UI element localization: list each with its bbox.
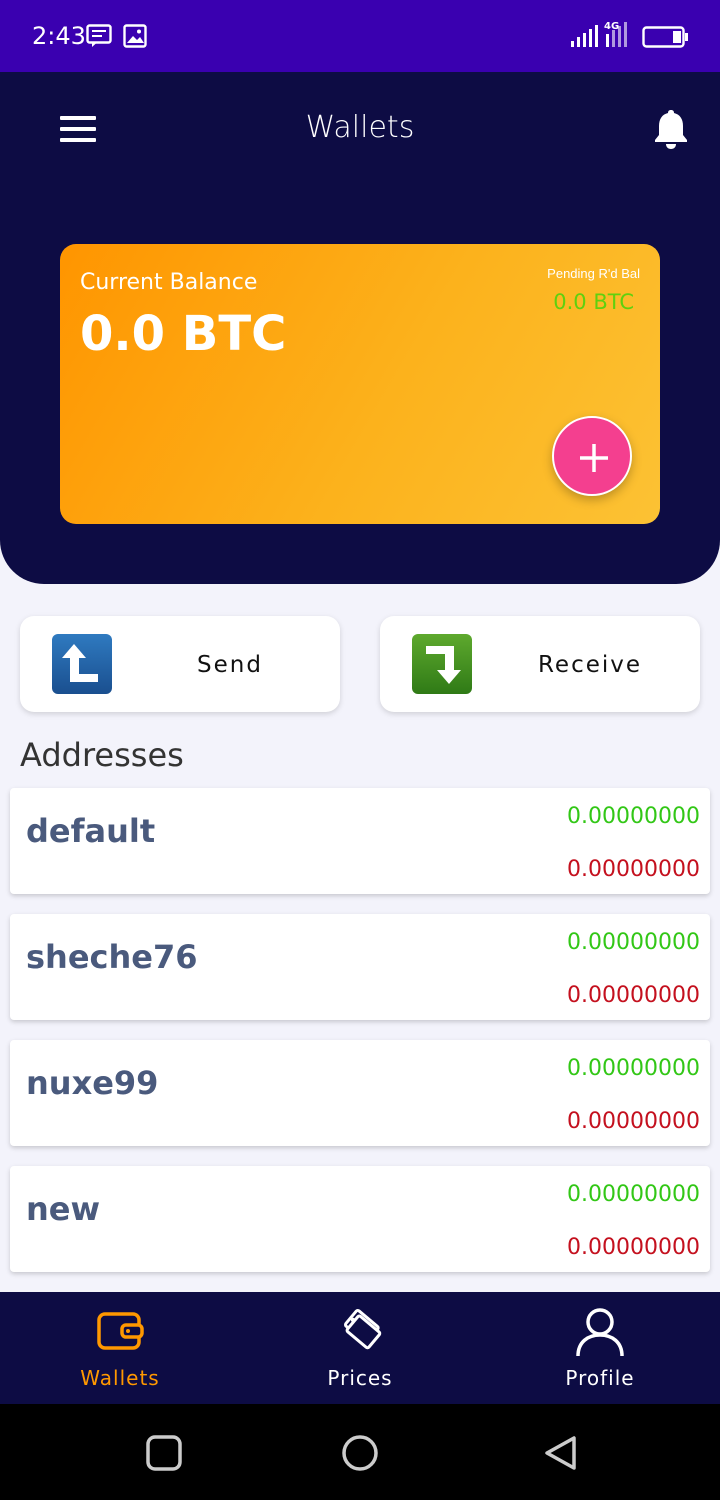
address-pending-balance: 0.00000000 — [567, 1235, 700, 1260]
nav-item-wallets[interactable]: Wallets — [0, 1292, 240, 1404]
pending-balance-label: Pending R'd Bal — [547, 266, 640, 281]
address-confirmed-balance: 0.00000000 — [567, 804, 700, 829]
address-item[interactable]: nuxe99 0.00000000 0.00000000 — [10, 1040, 710, 1146]
balance-value: 0.0 BTC — [80, 306, 287, 362]
signal-icon — [570, 24, 598, 53]
page-title: Wallets — [305, 110, 415, 145]
pending-balance-value: 0.0 BTC — [553, 290, 634, 314]
bottom-nav: Wallets Prices Profile — [0, 1292, 720, 1404]
address-item[interactable]: default 0.00000000 0.00000000 — [10, 788, 710, 894]
address-pending-balance: 0.00000000 — [567, 857, 700, 882]
user-icon — [576, 1308, 624, 1357]
tag-icon — [343, 1308, 382, 1350]
receive-button[interactable]: Receive — [380, 616, 700, 712]
send-button[interactable]: Send — [20, 616, 340, 712]
send-label: Send — [197, 652, 263, 678]
nav-item-profile[interactable]: Profile — [480, 1292, 720, 1404]
nav-label-profile: Profile — [565, 1366, 635, 1390]
plus-icon — [580, 444, 608, 472]
nav-item-prices[interactable]: Prices — [240, 1292, 480, 1404]
address-pending-balance: 0.00000000 — [567, 983, 700, 1008]
home-icon[interactable] — [341, 1434, 379, 1477]
svg-text:4G: 4G — [604, 21, 619, 32]
address-confirmed-balance: 0.00000000 — [567, 1182, 700, 1207]
address-confirmed-balance: 0.00000000 — [567, 930, 700, 955]
receive-label: Receive — [537, 652, 643, 678]
image-icon — [123, 24, 147, 53]
address-confirmed-balance: 0.00000000 — [567, 1056, 700, 1081]
address-name: default — [26, 812, 156, 850]
balance-label: Current Balance — [80, 270, 258, 295]
address-name: new — [26, 1190, 101, 1228]
address-item[interactable]: sheche76 0.00000000 0.00000000 — [10, 914, 710, 1020]
add-wallet-button[interactable] — [552, 416, 632, 496]
wallet-icon — [97, 1312, 144, 1350]
receive-arrow-icon — [412, 634, 472, 694]
nav-label-prices: Prices — [327, 1366, 393, 1390]
address-name: nuxe99 — [26, 1064, 159, 1102]
back-icon[interactable] — [541, 1434, 579, 1477]
addresses-title: Addresses — [20, 736, 184, 774]
send-arrow-icon — [52, 634, 112, 694]
battery-icon — [642, 26, 688, 53]
balance-card: Current Balance 0.0 BTC Pending R'd Bal … — [60, 244, 660, 524]
address-name: sheche76 — [26, 938, 198, 976]
status-bar: 2:43 4G — [0, 0, 720, 72]
message-icon — [86, 24, 112, 53]
header-panel: Wallets Current Balance 0.0 BTC Pending … — [0, 72, 720, 584]
nav-label-wallets: Wallets — [80, 1366, 160, 1390]
system-nav-bar — [0, 1404, 720, 1500]
status-time: 2:43 — [32, 22, 86, 50]
network-icon: 4G — [604, 20, 634, 53]
address-item[interactable]: new 0.00000000 0.00000000 — [10, 1166, 710, 1272]
recent-apps-icon[interactable] — [145, 1434, 183, 1477]
address-pending-balance: 0.00000000 — [567, 1109, 700, 1134]
bell-icon[interactable] — [653, 108, 689, 155]
